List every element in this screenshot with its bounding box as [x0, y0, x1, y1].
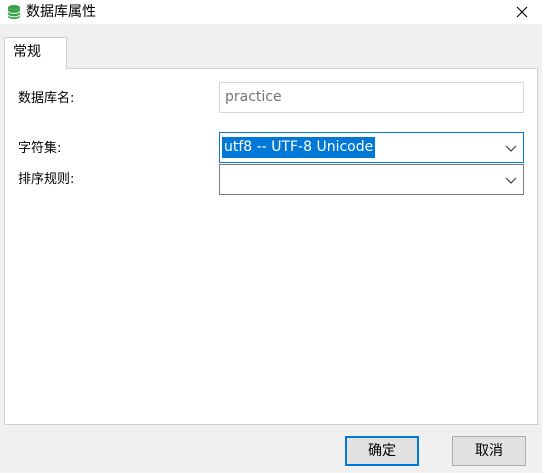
- db-name-label: 数据库名:: [18, 91, 75, 106]
- ok-button[interactable]: 确定: [345, 436, 419, 466]
- collation-label: 排序规则:: [18, 172, 75, 187]
- chevron-down-icon: [505, 145, 517, 152]
- general-panel: [4, 68, 538, 425]
- collation-value: [222, 169, 226, 190]
- chevron-down-icon: [505, 177, 517, 184]
- close-icon: [516, 6, 528, 18]
- tab-general-label: 常规: [13, 44, 41, 60]
- db-name-field[interactable]: practice: [219, 82, 524, 113]
- collation-select[interactable]: [219, 164, 524, 195]
- database-icon: [7, 5, 21, 19]
- charset-select[interactable]: utf8 -- UTF-8 Unicode: [219, 132, 524, 163]
- charset-value: utf8 -- UTF-8 Unicode: [222, 137, 376, 158]
- title-bar: 数据库属性: [0, 0, 542, 24]
- close-button[interactable]: [502, 0, 542, 24]
- window-title: 数据库属性: [26, 4, 96, 20]
- cancel-button[interactable]: 取消: [452, 436, 526, 466]
- tab-general[interactable]: 常规: [4, 37, 67, 69]
- charset-label: 字符集:: [18, 141, 62, 156]
